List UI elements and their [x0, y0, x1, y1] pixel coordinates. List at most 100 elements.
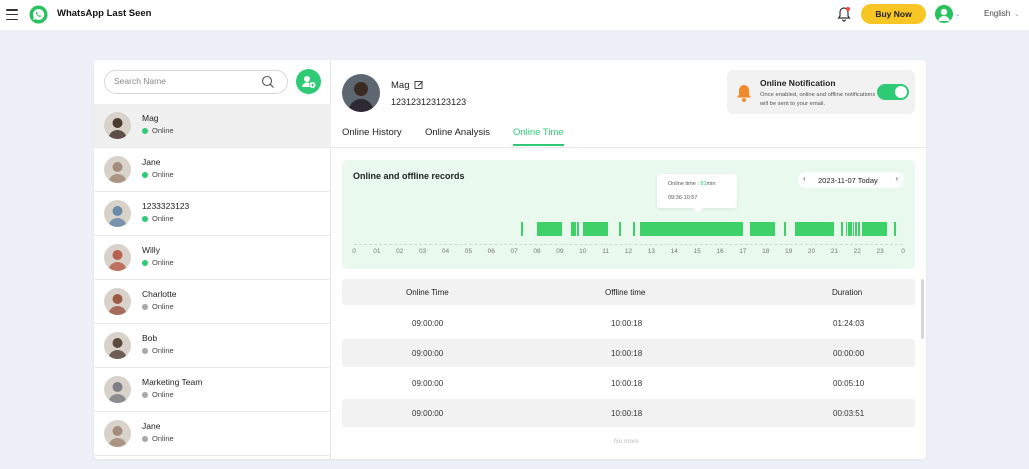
cell-online-time: 09:00:00 — [412, 349, 444, 358]
language-selector[interactable]: English — [984, 9, 1010, 18]
online-timeline — [354, 222, 903, 236]
hour-tick: 10 — [579, 248, 587, 255]
avatar — [104, 420, 131, 447]
chevron-right-icon[interactable]: › — [895, 174, 898, 183]
whatsapp-logo-icon — [29, 5, 48, 24]
contact-status: Online — [152, 126, 174, 135]
status-dot — [142, 128, 148, 134]
online-segment — [749, 222, 775, 236]
tab-online-analysis[interactable]: Online Analysis — [425, 127, 490, 144]
menu-icon[interactable] — [6, 9, 18, 20]
tab-online-history[interactable]: Online History — [342, 127, 402, 144]
contact-status: Online — [152, 170, 174, 179]
contact-status: Online — [152, 258, 174, 267]
online-segment — [850, 222, 852, 236]
contact-item[interactable]: Jane Online — [94, 412, 331, 456]
hour-tick: 20 — [807, 248, 816, 255]
hour-tick: 0 — [901, 248, 905, 255]
notification-toggle[interactable] — [877, 84, 909, 100]
online-segment — [845, 222, 848, 236]
cell-offline-time: 10:00:18 — [611, 409, 643, 418]
hour-tick: 12 — [624, 248, 633, 255]
header-duration: Duration — [832, 288, 863, 297]
add-contact-icon — [302, 76, 316, 88]
contact-item[interactable]: Mag Online — [94, 104, 331, 148]
online-segment — [571, 222, 576, 236]
search-icon[interactable] — [261, 75, 275, 89]
contact-item[interactable]: Bob Online — [94, 324, 331, 368]
status-dot — [142, 436, 148, 442]
online-segment — [520, 222, 524, 236]
scrollbar[interactable] — [921, 279, 924, 339]
online-segment — [784, 222, 786, 236]
contact-name: Bob — [142, 333, 158, 343]
hour-tick: 22 — [853, 248, 861, 255]
date-label: 2023-11-07 Today — [818, 176, 878, 185]
user-avatar[interactable] — [935, 5, 953, 23]
edit-icon[interactable] — [414, 80, 424, 90]
contact-name: Jane — [142, 421, 161, 431]
avatar — [104, 112, 131, 139]
search-input[interactable] — [114, 76, 254, 86]
status-dot — [142, 172, 148, 178]
contact-name: Charlotte — [142, 289, 177, 299]
app-title: WhatsApp Last Seen — [57, 8, 152, 19]
table-row: 09:00:00 10:00:18 00:00:00 — [342, 339, 915, 367]
contact-name: Marketing Team — [142, 377, 203, 387]
timeline-axis — [354, 241, 903, 245]
buy-now-button[interactable]: Buy Now — [861, 4, 926, 24]
avatar — [104, 156, 131, 183]
hour-tick: 09 — [556, 248, 564, 255]
status-dot — [142, 392, 148, 398]
contact-item[interactable]: Marketing Team Online — [94, 368, 331, 412]
hour-tick: 11 — [602, 248, 609, 255]
contacts-panel: MagOnlineJaneOnline1233323123OnlineWilly… — [94, 60, 331, 459]
chevron-down-icon[interactable]: ⌄ — [955, 10, 961, 18]
tab-bar: Online History Online Analysis Online Ti… — [331, 120, 926, 148]
hour-tick: 16 — [716, 248, 724, 255]
hour-tick: 23 — [876, 248, 884, 255]
header-offline-time: Offline time — [605, 288, 646, 297]
cell-offline-time: 10:00:18 — [611, 349, 643, 358]
online-segment — [577, 222, 580, 236]
cell-online-time: 09:00:00 — [412, 409, 444, 418]
cell-duration: 01:24:03 — [833, 319, 865, 328]
avatar — [104, 288, 131, 315]
main-card: MagOnlineJaneOnline1233323123OnlineWilly… — [94, 60, 926, 459]
contact-item[interactable]: Willy Online — [94, 236, 331, 280]
chevron-left-icon[interactable]: ‹ — [803, 174, 806, 183]
status-dot — [142, 260, 148, 266]
online-segment — [893, 222, 897, 236]
online-segment — [858, 222, 860, 236]
hour-tick: 21 — [830, 248, 838, 255]
search-box — [104, 70, 288, 94]
table-row: 09:00:00 10:00:18 00:05:10 — [342, 369, 915, 397]
add-contact-button[interactable] — [296, 69, 321, 94]
cell-offline-time: 10:00:18 — [611, 319, 643, 328]
top-bar: WhatsApp Last Seen Buy Now ⌄ English ⌄ — [0, 0, 1029, 30]
status-dot — [142, 348, 148, 354]
online-segment — [848, 222, 850, 236]
online-segment — [633, 222, 636, 236]
contact-status: Online — [152, 434, 174, 443]
chevron-down-icon[interactable]: ⌄ — [1014, 10, 1020, 18]
hour-tick: 02 — [396, 248, 404, 255]
hour-tick: 01 — [373, 248, 381, 255]
table-header: Online Time Offline time Duration — [342, 279, 915, 305]
contact-status: Online — [152, 346, 174, 355]
contact-item[interactable]: 1233323123 Online — [94, 192, 331, 236]
contact-item[interactable]: Charlotte Online — [94, 280, 331, 324]
cell-duration: 00:00:00 — [833, 349, 865, 358]
date-picker: ‹ 2023-11-07 Today › — [798, 172, 904, 188]
contact-status: Online — [152, 214, 174, 223]
contact-item[interactable]: Jane Online — [94, 148, 331, 192]
no-more-label: No more — [614, 438, 639, 445]
tab-online-time[interactable]: Online Time — [513, 127, 564, 146]
bell-icon[interactable] — [837, 6, 851, 22]
hour-tick: 07 — [510, 248, 518, 255]
tooltip-label: Online time : — [668, 181, 701, 187]
hour-tick: 13 — [647, 248, 655, 255]
online-segment — [537, 222, 563, 236]
hour-tick: 14 — [670, 248, 678, 255]
online-segment — [861, 222, 887, 236]
